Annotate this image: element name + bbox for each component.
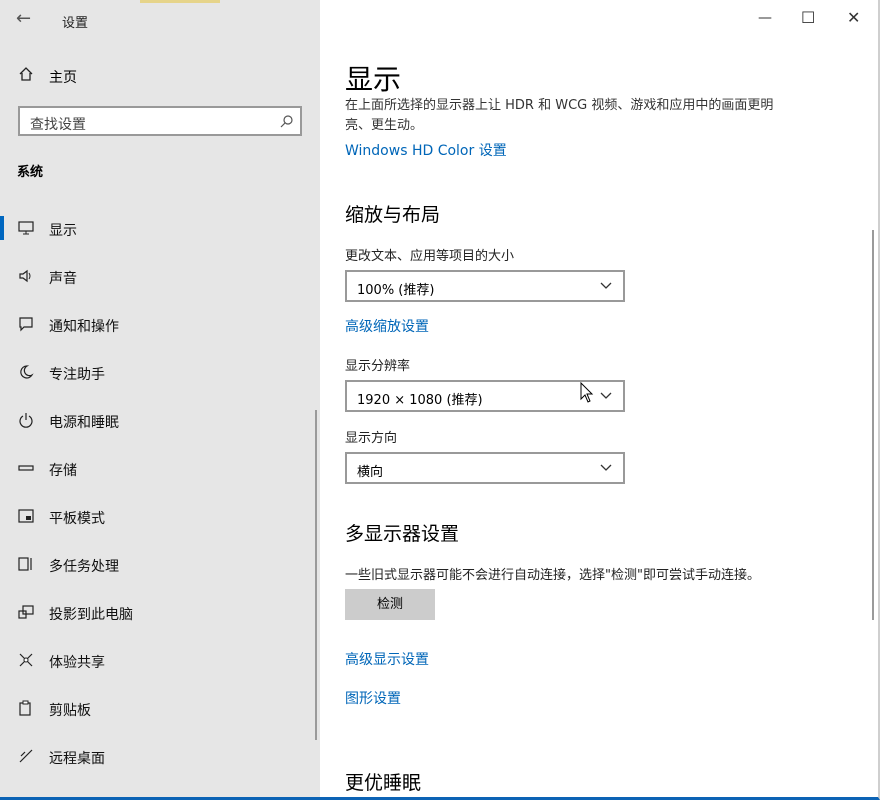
active-indicator [0, 216, 4, 240]
sidebar-item-tablet[interactable]: 平板模式 [0, 496, 320, 536]
page-description: 在上面所选择的显示器上让 HDR 和 WCG 视频、游戏和应用中的画面更明亮、更… [345, 98, 774, 133]
sidebar-item-remote-desktop[interactable]: 远程桌面 [0, 736, 320, 776]
multi-display-description: 一些旧式显示器可能不会进行自动连接，选择"检测"即可尝试手动连接。 [345, 568, 760, 583]
sidebar-home[interactable]: 主页 [0, 62, 320, 90]
speaker-icon [19, 269, 31, 283]
search-placeholder: 查找设置 [30, 117, 86, 133]
minimize-icon[interactable]: — [758, 10, 772, 26]
sidebar-item-power[interactable]: 电源和睡眠 [0, 400, 320, 440]
sidebar: ← 设置 主页 查找设置 系统 显示 声音 通知和操作 专注助手 电源和睡眠 存… [0, 0, 320, 797]
scale-label: 更改文本、应用等项目的大小 [345, 249, 515, 264]
search-icon[interactable] [280, 114, 294, 128]
sidebar-item-label: 声音 [49, 271, 77, 287]
sidebar-item-multitasking[interactable]: 多任务处理 [0, 544, 320, 584]
night-light-heading: 更优睡眠 [345, 772, 422, 794]
scale-dropdown[interactable]: 100% (推荐) [345, 270, 625, 302]
multi-display-heading: 多显示器设置 [345, 523, 460, 545]
multitask-icon [18, 557, 32, 571]
back-icon[interactable]: ← [16, 10, 36, 28]
sidebar-item-label: 远程桌面 [49, 751, 105, 767]
hd-color-link[interactable]: Windows HD Color 设置 [345, 140, 507, 160]
app-title: 设置 [62, 16, 89, 31]
sidebar-item-share[interactable]: 体验共享 [0, 640, 320, 680]
sidebar-item-focus[interactable]: 专注助手 [0, 352, 320, 392]
power-icon [19, 413, 33, 428]
sidebar-item-label: 显示 [49, 223, 77, 239]
sidebar-item-label: 通知和操作 [49, 319, 119, 335]
moon-icon [20, 365, 34, 379]
sidebar-item-label: 电源和睡眠 [49, 415, 119, 431]
resolution-value: 1920 × 1080 (推荐) [357, 393, 483, 408]
advanced-display-link[interactable]: 高级显示设置 [345, 649, 429, 669]
resolution-label: 显示分辨率 [345, 359, 411, 374]
main-scrollbar[interactable] [872, 230, 874, 620]
mouse-cursor-icon [580, 382, 594, 403]
tablet-icon [18, 509, 34, 523]
chevron-down-icon [600, 464, 612, 471]
sidebar-item-label: 多任务处理 [49, 559, 119, 575]
maximize-icon[interactable]: ☐ [801, 8, 815, 27]
sidebar-item-storage[interactable]: 存储 [0, 448, 320, 488]
sidebar-item-project[interactable]: 投影到此电脑 [0, 592, 320, 632]
monitor-icon [18, 221, 34, 235]
project-icon [18, 605, 34, 619]
chevron-down-icon [600, 282, 612, 289]
page-title: 显示 [345, 63, 402, 96]
section-title: 系统 [17, 165, 44, 180]
taskbar-strip [140, 0, 220, 3]
orientation-label: 显示方向 [345, 431, 398, 446]
sidebar-item-clipboard[interactable]: 剪贴板 [0, 688, 320, 728]
sidebar-item-label: 存储 [49, 463, 77, 479]
sidebar-item-label: 投影到此电脑 [49, 607, 133, 623]
storage-icon [18, 465, 34, 471]
sidebar-item-label: 剪贴板 [49, 703, 91, 719]
scale-value: 100% (推荐) [357, 283, 435, 298]
share-icon [19, 653, 33, 667]
notification-icon [19, 317, 33, 332]
graphics-settings-link[interactable]: 图形设置 [345, 688, 401, 708]
sidebar-item-label: 专注助手 [49, 367, 105, 383]
sidebar-item-notifications[interactable]: 通知和操作 [0, 304, 320, 344]
clipboard-icon [19, 700, 31, 716]
sidebar-item-display[interactable]: 显示 [0, 208, 320, 248]
close-icon[interactable]: ✕ [847, 8, 860, 27]
settings-window: ← 设置 主页 查找设置 系统 显示 声音 通知和操作 专注助手 电源和睡眠 存… [0, 0, 880, 800]
orientation-dropdown[interactable]: 横向 [345, 452, 625, 484]
search-input[interactable]: 查找设置 [18, 106, 302, 136]
scale-heading: 缩放与布局 [345, 204, 441, 226]
orientation-value: 横向 [357, 465, 384, 480]
remote-icon [19, 749, 33, 763]
sidebar-item-sound[interactable]: 声音 [0, 256, 320, 296]
chevron-down-icon [600, 392, 612, 399]
sidebar-scrollbar[interactable] [315, 410, 317, 740]
advanced-scale-link[interactable]: 高级缩放设置 [345, 316, 429, 336]
home-icon [19, 67, 33, 81]
detect-button[interactable]: 检测 [345, 589, 435, 620]
sidebar-item-label: 体验共享 [49, 655, 105, 671]
sidebar-item-label: 平板模式 [49, 511, 105, 527]
home-label: 主页 [49, 70, 77, 86]
